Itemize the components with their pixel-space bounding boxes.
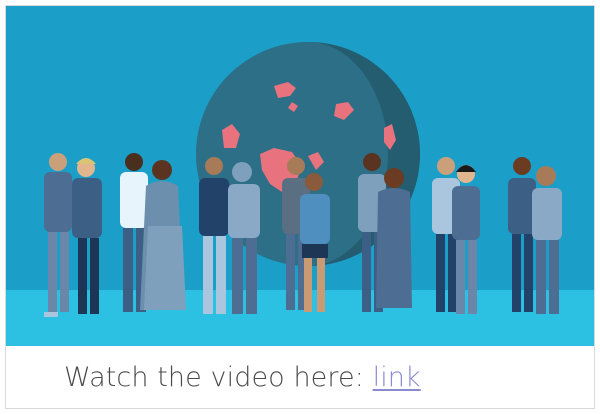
person-figure	[508, 157, 536, 312]
hero-illustration	[6, 6, 594, 346]
video-caption: Watch the video here: link	[64, 362, 421, 393]
caption-text: Watch the video here:	[64, 362, 364, 393]
video-link[interactable]: link	[373, 362, 421, 393]
content-card: Watch the video here: link	[5, 5, 595, 409]
people-and-globe-illustration	[6, 42, 594, 346]
